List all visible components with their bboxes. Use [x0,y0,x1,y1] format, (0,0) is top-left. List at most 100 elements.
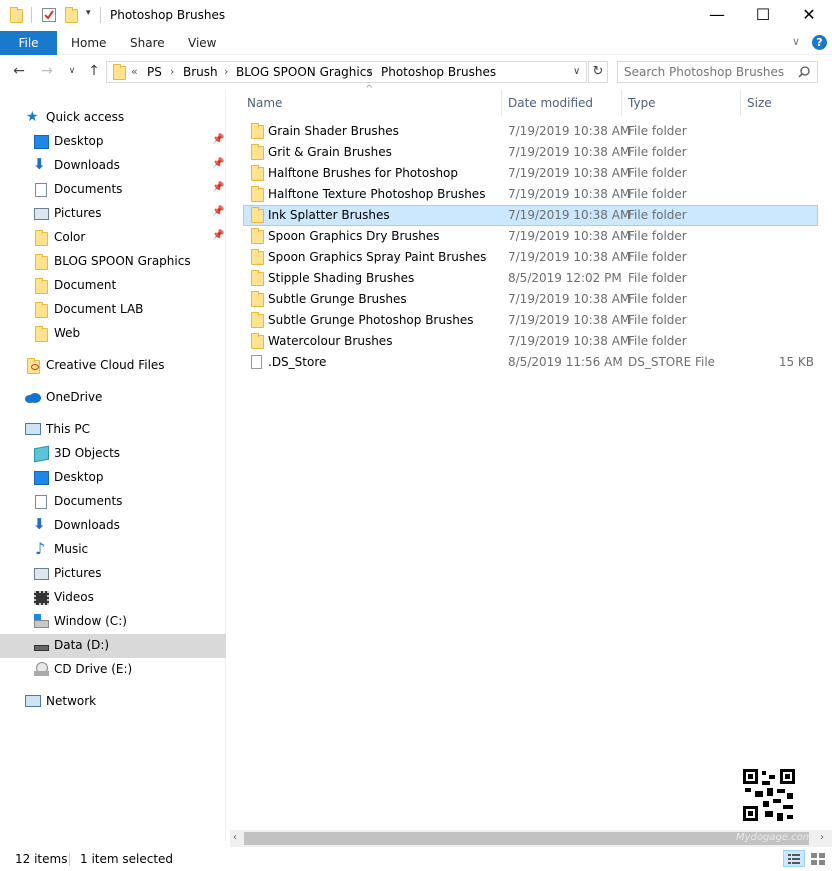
horizontal-scrollbar[interactable]: ‹ Mydogage.com › [230,830,832,847]
sidebar-item-network[interactable]: Network [0,690,226,714]
sidebar-item-blog-spoon-graphics[interactable]: BLOG SPOON Graphics [0,250,226,274]
sidebar-item-creative-cloud[interactable]: Creative Cloud Files [0,354,226,378]
file-row[interactable]: Subtle Grunge Brushes 7/19/2019 10:38 AM… [243,289,818,310]
refresh-icon[interactable]: ↻ [588,61,608,83]
overflow-chevron-icon[interactable]: « [131,65,138,78]
sidebar-item-pc-pictures[interactable]: Pictures [0,562,226,586]
windows-logo-icon [34,614,41,620]
large-icons-view-button[interactable] [808,850,828,867]
file-row[interactable]: Stipple Shading Brushes 8/5/2019 12:02 P… [243,268,818,289]
sidebar-item-drive-d[interactable]: Data (D:) [0,634,226,658]
file-row[interactable]: .DS_Store 8/5/2019 11:56 AM DS_STORE Fil… [243,352,818,373]
properties-icon[interactable] [42,8,56,22]
sidebar-item-3d-objects[interactable]: 3D Objects [0,442,226,466]
sidebar-item-label: Desktop [54,470,104,484]
sidebar-item-desktop[interactable]: Desktop 📌 [0,130,226,154]
chevron-right-icon[interactable]: › [170,65,174,78]
column-divider[interactable] [740,90,741,116]
tab-view[interactable]: View [188,31,216,55]
sidebar-item-music[interactable]: ♪ Music [0,538,226,562]
column-divider[interactable] [501,90,502,116]
column-divider[interactable] [621,90,622,116]
details-view-button[interactable] [783,850,805,867]
folder-icon [251,333,264,349]
network-icon [25,695,41,707]
back-arrow-icon[interactable]: ← [10,63,28,79]
pin-icon[interactable]: 📌 [212,134,224,145]
breadcrumb-brush[interactable]: Brush [183,65,218,79]
pin-icon[interactable]: 📌 [212,182,224,193]
pin-icon[interactable]: 📌 [212,230,224,241]
sidebar-item-pictures[interactable]: Pictures 📌 [0,202,226,226]
recent-locations-icon[interactable]: ∨ [63,66,81,76]
chevron-right-icon[interactable]: › [224,65,228,78]
maximize-button[interactable]: ☐ [740,0,786,31]
file-name: Subtle Grunge Photoshop Brushes [268,313,474,327]
sidebar-item-pc-downloads[interactable]: ⬇ Downloads [0,514,226,538]
sidebar-item-drive-e[interactable]: CD Drive (E:) [0,658,226,682]
breadcrumb-ps[interactable]: PS [147,65,162,79]
minimize-button[interactable]: — [694,0,740,31]
close-button[interactable]: ✕ [786,0,832,31]
breadcrumb-photoshop-brushes[interactable]: Photoshop Brushes [381,65,496,79]
tab-file[interactable]: File [0,31,57,55]
file-row[interactable]: Spoon Graphics Spray Paint Brushes 7/19/… [243,247,818,268]
sidebar-item-color[interactable]: Color 📌 [0,226,226,250]
scrollbar-thumb[interactable] [244,832,809,845]
sidebar-item-web[interactable]: Web [0,322,226,346]
file-row[interactable]: Grain Shader Brushes 7/19/2019 10:38 AM … [243,121,818,142]
sidebar-item-this-pc[interactable]: This PC [0,418,226,442]
sidebar-item-pc-desktop[interactable]: Desktop [0,466,226,490]
search-input[interactable] [624,64,794,80]
sidebar-item-quick-access[interactable]: ★ Quick access [0,106,226,130]
file-row[interactable]: Spoon Graphics Dry Brushes 7/19/2019 10:… [243,226,818,247]
breadcrumb-blog-spoon[interactable]: BLOG SPOON Graghics [236,65,373,79]
file-row[interactable]: Halftone Brushes for Photoshop 7/19/2019… [243,163,818,184]
file-name: Watercolour Brushes [268,334,393,348]
sidebar-item-label: Documents [54,494,123,508]
forward-arrow-icon[interactable]: → [38,63,56,79]
hard-drive-icon [34,645,49,651]
expand-ribbon-icon[interactable]: ∨ [792,35,800,48]
sidebar-item-downloads[interactable]: ⬇ Downloads 📌 [0,154,226,178]
chevron-right-icon[interactable]: › [368,65,372,78]
desktop-icon [34,471,49,485]
sidebar-item-onedrive[interactable]: OneDrive [0,386,226,410]
pin-icon[interactable]: 📌 [212,158,224,169]
tab-share[interactable]: Share [130,31,165,55]
sidebar-item-label: Document LAB [54,302,144,316]
column-name[interactable]: Name [247,96,282,110]
up-arrow-icon[interactable]: ↑ [85,63,103,79]
address-dropdown-icon[interactable]: ∨ [573,66,580,77]
sidebar-item-document[interactable]: Document [0,274,226,298]
search-box[interactable] [617,61,818,83]
sidebar-item-drive-c[interactable]: Window (C:) [0,610,226,634]
column-size[interactable]: Size [747,96,772,110]
scroll-right-icon[interactable]: › [820,832,824,843]
qr-code-logo [743,769,795,821]
file-row[interactable]: Grit & Grain Brushes 7/19/2019 10:38 AM … [243,142,818,163]
new-folder-icon[interactable] [65,7,78,23]
file-row-selected[interactable]: Ink Splatter Brushes 7/19/2019 10:38 AM … [243,205,818,226]
sidebar-item-document-lab[interactable]: Document LAB [0,298,226,322]
column-type[interactable]: Type [628,96,656,110]
column-date-modified[interactable]: Date modified [508,96,593,110]
sidebar-item-pc-documents[interactable]: Documents [0,490,226,514]
scroll-left-icon[interactable]: ‹ [233,832,237,843]
sidebar-item-videos[interactable]: Videos [0,586,226,610]
address-bar[interactable]: « PS › Brush › BLOG SPOON Graghics › Pho… [106,61,587,83]
file-row[interactable]: Watercolour Brushes 7/19/2019 10:38 AM F… [243,331,818,352]
pin-icon[interactable]: 📌 [212,206,224,217]
help-icon[interactable]: ? [812,35,827,50]
document-icon [35,495,47,509]
file-name: Spoon Graphics Dry Brushes [268,229,440,243]
file-date: 7/19/2019 10:38 AM [508,187,631,201]
tab-home[interactable]: Home [71,31,106,55]
customize-quick-access-icon[interactable]: ▾ [86,8,91,18]
document-icon [35,183,47,197]
sidebar-item-label: Desktop [54,134,104,148]
file-row[interactable]: Subtle Grunge Photoshop Brushes 7/19/201… [243,310,818,331]
file-type: File folder [628,313,687,327]
sidebar-item-documents[interactable]: Documents 📌 [0,178,226,202]
file-row[interactable]: Halftone Texture Photoshop Brushes 7/19/… [243,184,818,205]
